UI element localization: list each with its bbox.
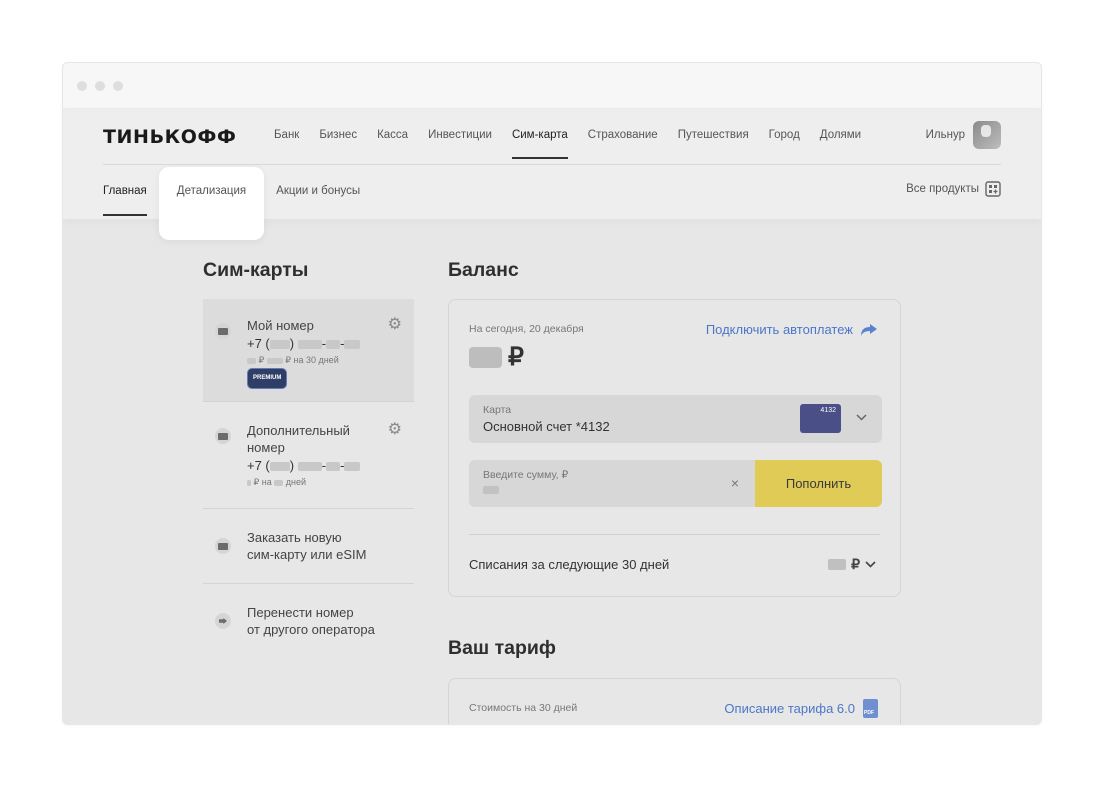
nav-insurance[interactable]: Страхование bbox=[588, 129, 658, 159]
card-select-value: Основной счет *4132 bbox=[483, 419, 610, 434]
nav-dolyami[interactable]: Долями bbox=[820, 129, 861, 159]
top-nav: Банк Бизнес Касса Инвестиции Сим-карта С… bbox=[274, 129, 861, 159]
sim-item-content: Перенести номер от другого оператора bbox=[247, 604, 375, 638]
sim-card-icon bbox=[215, 538, 231, 554]
nav-city[interactable]: Город bbox=[769, 129, 800, 159]
grid-plus-icon bbox=[985, 181, 1001, 197]
sim-item-content: Заказать новую сим-карту или eSIM bbox=[247, 529, 366, 563]
charges-currency: ₽ bbox=[851, 556, 860, 572]
upcoming-charges-label: Списания за следующие 30 дней bbox=[469, 557, 670, 572]
sim-item-transfer[interactable]: Перенести номер от другого оператора bbox=[203, 584, 414, 659]
transfer-line1: Перенести номер bbox=[247, 605, 354, 620]
window-control-dot[interactable] bbox=[113, 81, 123, 91]
nav-travel[interactable]: Путешествия bbox=[678, 129, 749, 159]
window-titlebar bbox=[63, 63, 1041, 109]
gear-icon[interactable]: ⚙ bbox=[388, 317, 402, 333]
clear-icon[interactable]: × bbox=[731, 475, 739, 491]
sim-label-line1: Дополнительный bbox=[247, 423, 350, 438]
order-line2: сим-карту или eSIM bbox=[247, 547, 367, 562]
order-line1: Заказать новую bbox=[247, 530, 342, 545]
card-select-label: Карта bbox=[483, 404, 512, 416]
card-thumbnail: 4132 bbox=[800, 404, 841, 433]
subnav-main[interactable]: Главная bbox=[103, 185, 147, 216]
sub-nav: Главная Детализация Акции и бонусы bbox=[103, 167, 360, 240]
card-select[interactable]: Карта Основной счет *4132 4132 bbox=[469, 395, 882, 443]
sim-item-content: Дополнительный номер +7 () -- ₽ на дней bbox=[247, 422, 361, 488]
amount-input-value bbox=[483, 486, 499, 494]
transfer-line2: от другого оператора bbox=[247, 622, 375, 637]
tinkoff-logo[interactable]: ТИНЬКОФФ bbox=[103, 126, 236, 148]
balance-card: На сегодня, 20 декабря Подключить автопл… bbox=[448, 299, 901, 597]
sim-item-additional[interactable]: Дополнительный номер +7 () -- ₽ на дней … bbox=[203, 402, 414, 509]
sim-item-order-new[interactable]: Заказать новую сим-карту или eSIM bbox=[203, 509, 414, 584]
balance-date: На сегодня, 20 декабря bbox=[469, 323, 584, 335]
balance-currency: ₽ bbox=[508, 343, 524, 371]
amount-input-label: Введите сумму, ₽ bbox=[483, 469, 569, 481]
nav-investments[interactable]: Инвестиции bbox=[428, 129, 492, 159]
sim-number: +7 () -- bbox=[247, 334, 361, 354]
sim-label-line2: номер bbox=[247, 440, 285, 455]
chevron-down-icon bbox=[865, 561, 876, 568]
share-arrow-icon bbox=[861, 323, 877, 336]
header-divider bbox=[103, 164, 1001, 165]
sim-number: +7 () -- bbox=[247, 456, 361, 476]
pdf-icon bbox=[863, 699, 878, 718]
all-products-link[interactable]: Все продукты bbox=[906, 181, 1001, 197]
arrow-right-icon bbox=[215, 613, 231, 629]
sim-item-my-number[interactable]: Мой номер +7 () -- ₽ ₽ на 30 дней PREMIU… bbox=[203, 299, 414, 402]
sim-list: Мой номер +7 () -- ₽ ₽ на 30 дней PREMIU… bbox=[203, 299, 414, 659]
all-products-label: Все продукты bbox=[906, 183, 979, 195]
chevron-down-icon[interactable] bbox=[856, 412, 867, 424]
tariff-card: Стоимость на 30 дней Описание тарифа 6.0 bbox=[448, 678, 901, 724]
browser-window: ТИНЬКОФФ Банк Бизнес Касса Инвестиции Си… bbox=[62, 62, 1042, 725]
nav-business[interactable]: Бизнес bbox=[319, 129, 357, 159]
topup-button[interactable]: Пополнить bbox=[755, 460, 882, 507]
balance-divider bbox=[469, 534, 880, 535]
sim-card-icon bbox=[215, 428, 231, 444]
premium-badge: PREMIUM bbox=[247, 368, 288, 389]
balance-title: Баланс bbox=[448, 259, 519, 281]
hidden-amount bbox=[469, 346, 502, 368]
user-name: Ильнур bbox=[925, 129, 965, 141]
hidden-amount bbox=[828, 559, 847, 570]
sim-price: ₽ на дней bbox=[247, 476, 360, 488]
sim-card-icon bbox=[215, 323, 231, 339]
nav-kassa[interactable]: Касса bbox=[377, 129, 408, 159]
avatar[interactable] bbox=[973, 121, 1001, 149]
sim-price: ₽ ₽ на 30 дней bbox=[247, 354, 360, 366]
autopay-label: Подключить автоплатеж bbox=[705, 322, 853, 337]
tariff-description-label: Описание тарифа 6.0 bbox=[724, 701, 855, 716]
window-control-dot[interactable] bbox=[95, 81, 105, 91]
tariff-title: Ваш тариф bbox=[448, 637, 556, 659]
sim-cards-title: Сим-карты bbox=[203, 259, 309, 281]
upcoming-charges-toggle[interactable]: ₽ bbox=[828, 556, 876, 573]
tariff-description-link[interactable]: Описание тарифа 6.0 bbox=[724, 699, 878, 718]
sim-label: Мой номер bbox=[247, 318, 314, 333]
subnav-details[interactable]: Детализация bbox=[158, 167, 265, 240]
balance-amount: ₽ bbox=[469, 342, 524, 372]
autopay-link[interactable]: Подключить автоплатеж bbox=[706, 322, 878, 337]
tariff-cost-label: Стоимость на 30 дней bbox=[469, 702, 578, 714]
site-header: ТИНЬКОФФ Банк Бизнес Касса Инвестиции Си… bbox=[63, 109, 1041, 240]
gear-icon[interactable]: ⚙ bbox=[388, 422, 402, 438]
window-control-dot[interactable] bbox=[77, 81, 87, 91]
nav-sim-card[interactable]: Сим-карта bbox=[511, 129, 568, 159]
user-menu[interactable]: Ильнур bbox=[926, 121, 1001, 149]
amount-input[interactable]: Введите сумму, ₽ × bbox=[469, 460, 755, 507]
subnav-promos[interactable]: Акции и бонусы bbox=[276, 185, 360, 216]
nav-bank[interactable]: Банк bbox=[274, 129, 299, 159]
sim-item-content: Мой номер +7 () -- ₽ ₽ на 30 дней PREMIU… bbox=[247, 317, 361, 389]
